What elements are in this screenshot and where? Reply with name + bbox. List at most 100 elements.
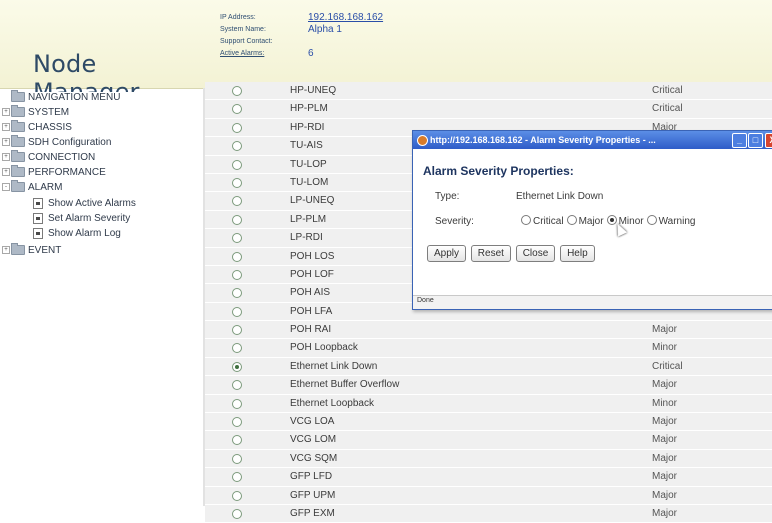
- row-select-radio[interactable]: [232, 269, 242, 280]
- row-select-radio[interactable]: [232, 435, 242, 446]
- nav-item-2[interactable]: + CHASSIS: [2, 120, 72, 134]
- row-select-radio[interactable]: [232, 417, 242, 428]
- popup-button-bar: Apply Reset Close Help: [427, 245, 597, 262]
- row-select-radio[interactable]: [232, 122, 242, 133]
- nav-item-label: Show Active Alarms: [48, 198, 136, 210]
- alarm-name: VCG LOA: [290, 416, 335, 428]
- expand-icon[interactable]: +: [2, 168, 10, 177]
- minimize-button[interactable]: _: [732, 133, 747, 148]
- row-select-radio[interactable]: [232, 141, 242, 152]
- alarm-name: TU-LOM: [290, 176, 329, 188]
- row-select-radio[interactable]: [232, 196, 242, 207]
- folder-icon: [11, 105, 25, 118]
- expand-icon[interactable]: +: [2, 123, 10, 132]
- nav-item-10[interactable]: + EVENT: [2, 243, 62, 257]
- close-button[interactable]: Close: [515, 245, 556, 262]
- popup-heading: Alarm Severity Properties:: [423, 164, 574, 178]
- row-select-radio[interactable]: [232, 453, 242, 464]
- alarm-severity-popup: http://192.168.168.162 - Alarm Severity …: [412, 130, 772, 310]
- severity-option[interactable]: Major: [566, 215, 604, 227]
- table-row[interactable]: GFP LFD Major: [205, 468, 772, 487]
- close-window-button[interactable]: X: [765, 133, 772, 148]
- nav-item-6[interactable]: - ALARM: [2, 180, 62, 194]
- row-select-radio[interactable]: [232, 380, 242, 391]
- browser-icon: [417, 135, 428, 146]
- status-text: Done: [417, 297, 434, 304]
- table-row[interactable]: Ethernet Buffer Overflow Major: [205, 376, 772, 395]
- severity-option[interactable]: Critical: [521, 215, 564, 227]
- alarm-severity: Major: [652, 452, 678, 464]
- nav-item-5[interactable]: + PERFORMANCE: [2, 165, 106, 179]
- severity-radio[interactable]: [566, 215, 577, 225]
- nav-item-8[interactable]: Set Alarm Severity: [33, 213, 130, 225]
- alarm-name: VCG LOM: [290, 434, 337, 446]
- row-select-radio[interactable]: [232, 288, 242, 299]
- row-select-radio[interactable]: [232, 325, 242, 336]
- nav-item-0[interactable]: NAVIGATION MENU: [2, 90, 120, 104]
- alarm-name: POH Loopback: [290, 342, 358, 354]
- severity-option[interactable]: Warning: [646, 215, 695, 227]
- table-row[interactable]: POH Loopback Minor: [205, 339, 772, 358]
- expand-icon[interactable]: +: [2, 246, 10, 255]
- row-select-radio[interactable]: [232, 361, 242, 372]
- table-row[interactable]: VCG LOA Major: [205, 413, 772, 432]
- alarm-name: HP-UNEQ: [290, 85, 337, 96]
- row-select-radio[interactable]: [232, 159, 242, 170]
- nav-item-9[interactable]: Show Alarm Log: [33, 228, 121, 240]
- apply-button[interactable]: Apply: [427, 245, 467, 262]
- folder-icon: [11, 243, 25, 256]
- table-row[interactable]: VCG SQM Major: [205, 449, 772, 469]
- nav-item-4[interactable]: + CONNECTION: [2, 150, 96, 164]
- table-row[interactable]: Ethernet Link Down Critical: [205, 357, 772, 377]
- maximize-button[interactable]: □: [748, 133, 763, 148]
- nav-item-3[interactable]: + SDH Configuration: [2, 135, 111, 149]
- row-select-radio[interactable]: [232, 508, 242, 519]
- help-button[interactable]: Help: [560, 245, 595, 262]
- row-select-radio[interactable]: [232, 104, 242, 115]
- row-select-radio[interactable]: [232, 214, 242, 225]
- nav-item-label: CONNECTION: [28, 152, 96, 163]
- folder-icon: [11, 165, 25, 178]
- row-select-radio[interactable]: [232, 306, 242, 317]
- row-select-radio[interactable]: [232, 343, 242, 354]
- folder-icon: [11, 135, 25, 148]
- reset-button[interactable]: Reset: [470, 245, 511, 262]
- table-row[interactable]: GFP EXM Major: [205, 504, 772, 523]
- ip-address-link[interactable]: 192.168.168.162: [308, 12, 383, 23]
- alarm-name: LP-PLM: [290, 213, 327, 225]
- table-row[interactable]: HP-PLM Critical: [205, 100, 772, 119]
- popup-titlebar[interactable]: http://192.168.168.162 - Alarm Severity …: [413, 131, 772, 149]
- row-select-radio[interactable]: [232, 398, 242, 409]
- logo-area: Node Manager: [0, 0, 203, 106]
- row-select-radio[interactable]: [232, 490, 242, 501]
- navigation-menu: NAVIGATION MENU + SYSTEM + CHASSIS + SDH Confi…: [0, 90, 203, 506]
- popup-title: http://192.168.168.162 - Alarm Severity …: [430, 135, 656, 145]
- row-select-radio[interactable]: [232, 251, 242, 262]
- row-select-radio[interactable]: [232, 233, 242, 244]
- table-row[interactable]: HP-UNEQ Critical: [205, 82, 772, 101]
- folder-icon: [11, 90, 25, 103]
- expand-icon[interactable]: +: [2, 108, 10, 117]
- severity-radio[interactable]: [646, 215, 657, 225]
- table-row[interactable]: Ethernet Loopback Minor: [205, 394, 772, 414]
- active-alarms-link[interactable]: Active Alarms:: [220, 50, 264, 57]
- row-select-radio[interactable]: [232, 472, 242, 483]
- folder-icon: [11, 180, 25, 193]
- severity-radio[interactable]: [521, 215, 531, 225]
- severity-option-label: Critical: [533, 216, 564, 227]
- alarm-severity: Major: [652, 379, 678, 391]
- table-row[interactable]: GFP UPM Major: [205, 486, 772, 505]
- row-select-radio[interactable]: [232, 86, 242, 96]
- expand-icon[interactable]: +: [2, 138, 10, 147]
- nav-item-7[interactable]: Show Active Alarms: [33, 198, 136, 210]
- table-row[interactable]: POH RAI Major: [205, 321, 772, 340]
- collapse-icon[interactable]: -: [2, 183, 10, 192]
- nav-item-1[interactable]: + SYSTEM: [2, 105, 69, 119]
- alarm-name: Ethernet Loopback: [290, 397, 374, 409]
- expand-icon[interactable]: +: [2, 153, 10, 162]
- table-row[interactable]: VCG LOM Major: [205, 431, 772, 450]
- alarm-name: POH LOF: [290, 268, 334, 280]
- nav-item-label: EVENT: [28, 245, 62, 256]
- row-select-radio[interactable]: [232, 177, 242, 188]
- alarm-severity: Critical: [652, 85, 683, 96]
